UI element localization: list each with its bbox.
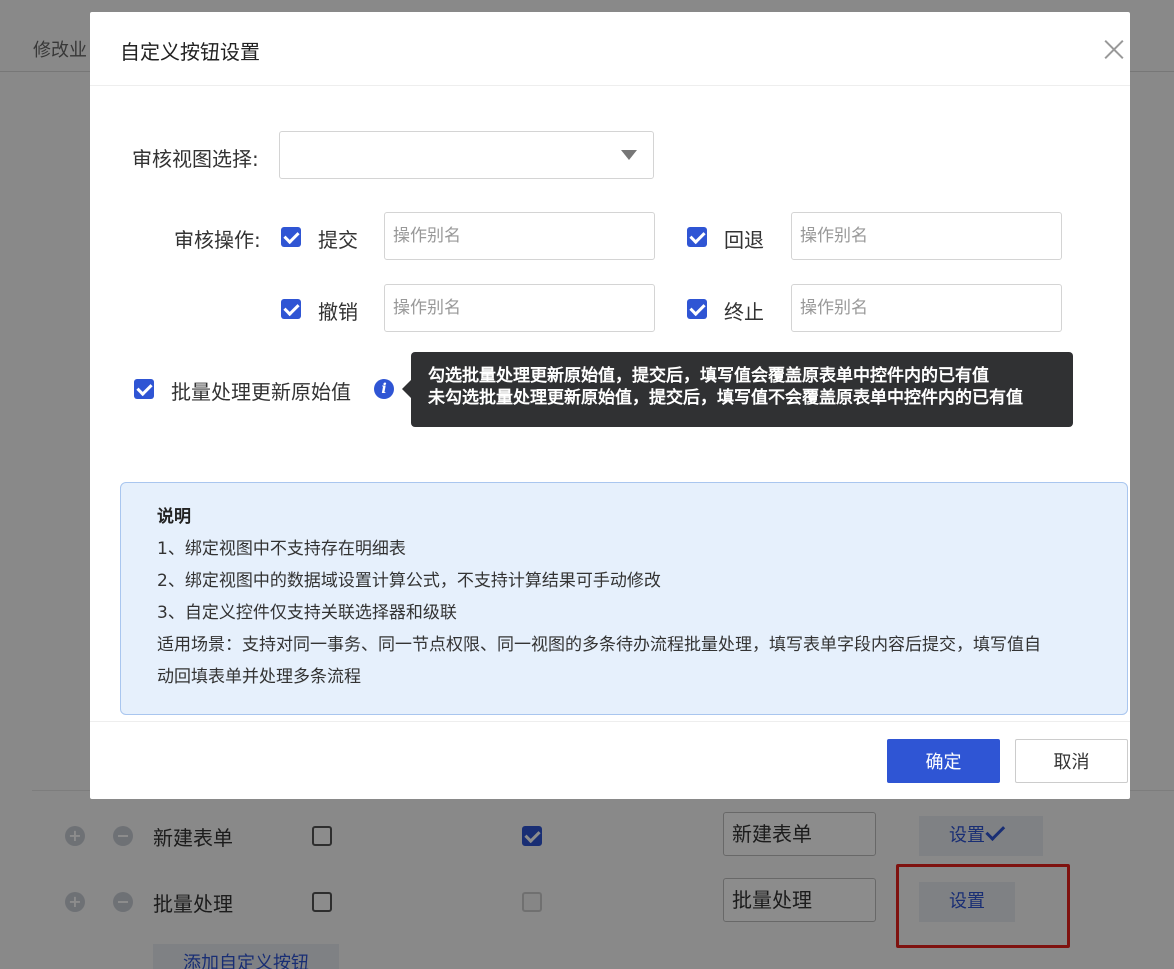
view-select[interactable] (279, 131, 654, 179)
rollback-alias-input[interactable] (791, 212, 1062, 260)
notice-box: 说明 1、绑定视图中不支持存在明细表 2、绑定视图中的数据域设置计算公式，不支持… (120, 482, 1128, 715)
dialog-header: 自定义按钮设置 (90, 12, 1130, 86)
notice-line: 适用场景：支持对同一事务、同一节点权限、同一视图的多条待办流程批量处理，填写表单… (157, 635, 1041, 655)
terminate-alias-input[interactable] (791, 284, 1062, 332)
notice-line: 动回填表单并处理多条流程 (157, 667, 361, 687)
terminate-checkbox[interactable] (687, 299, 707, 319)
notice-line: 2、绑定视图中的数据域设置计算公式，不支持计算结果可手动修改 (157, 571, 661, 591)
custom-button-settings-dialog: 自定义按钮设置 审核视图选择: 审核操作: 提交 回退 撤销 终止 批量处理更新… (90, 12, 1130, 799)
batch-update-checkbox[interactable] (134, 379, 154, 399)
submit-alias-input[interactable] (384, 212, 655, 260)
revoke-checkbox[interactable] (281, 299, 301, 319)
tooltip-line: 勾选批量处理更新原始值，提交后，填写值会覆盖原表单中控件内的已有值 (428, 366, 989, 386)
submit-checkbox[interactable] (281, 227, 301, 247)
chevron-down-icon (621, 150, 637, 160)
view-select-label: 审核视图选择: (132, 147, 259, 171)
notice-line: 3、自定义控件仅支持关联选择器和级联 (157, 603, 457, 623)
rollback-checkbox[interactable] (687, 227, 707, 247)
confirm-button[interactable]: 确定 (887, 739, 1000, 783)
tooltip-line: 未勾选批量处理更新原始值，提交后，填写值不会覆盖原表单中控件内的已有值 (428, 388, 1023, 408)
notice-title: 说明 (157, 507, 191, 527)
terminate-label: 终止 (724, 300, 764, 324)
dialog-footer: 确定 取消 (90, 721, 1130, 799)
tooltip: 勾选批量处理更新原始值，提交后，填写值会覆盖原表单中控件内的已有值 未勾选批量处… (402, 352, 1073, 427)
notice-line: 1、绑定视图中不支持存在明细表 (157, 539, 406, 559)
dialog-title: 自定义按钮设置 (120, 40, 260, 64)
revoke-alias-input[interactable] (384, 284, 655, 332)
submit-label: 提交 (318, 228, 358, 252)
cancel-button[interactable]: 取消 (1015, 739, 1128, 783)
batch-update-label: 批量处理更新原始值 (171, 380, 351, 404)
rollback-label: 回退 (724, 228, 764, 252)
info-icon[interactable]: i (374, 379, 394, 399)
revoke-label: 撤销 (318, 300, 358, 324)
ops-label: 审核操作: (174, 228, 261, 252)
close-icon[interactable] (1102, 37, 1126, 61)
